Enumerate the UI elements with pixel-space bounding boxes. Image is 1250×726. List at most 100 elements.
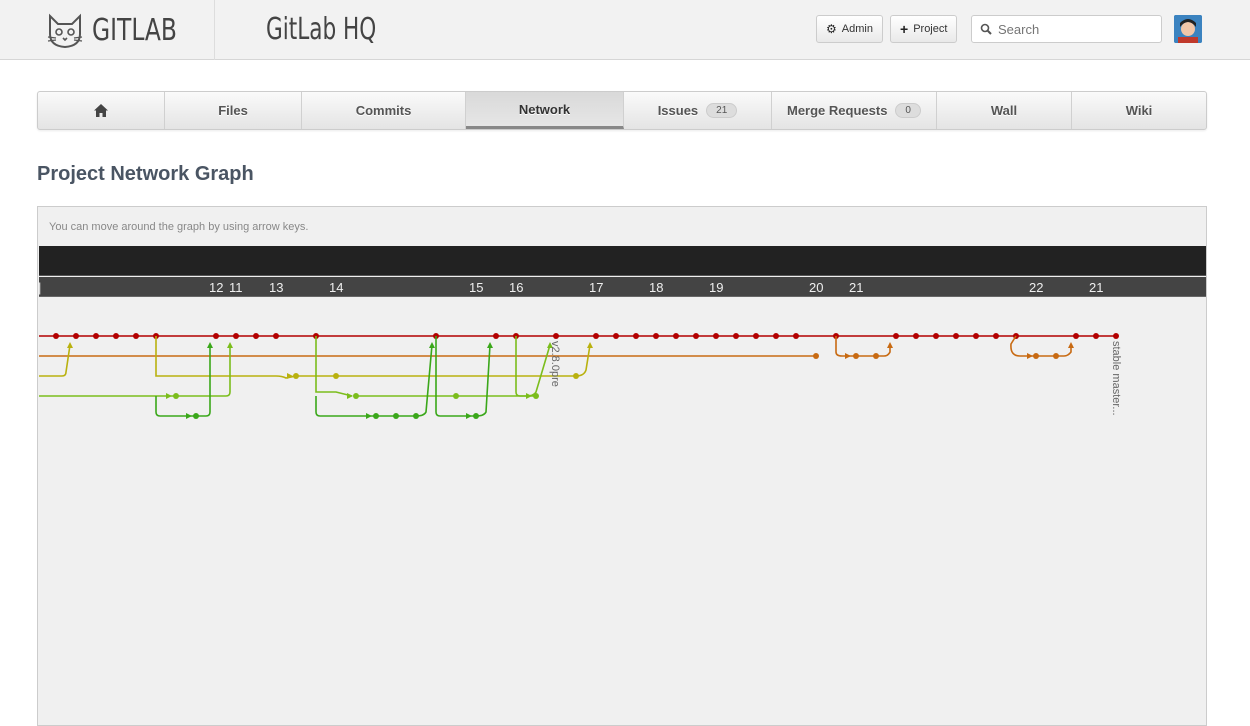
commit-dot[interactable] — [333, 373, 339, 379]
merge-arrow — [466, 413, 472, 419]
commit-dot[interactable] — [493, 333, 499, 339]
commit-dot[interactable] — [133, 333, 139, 339]
commit-dot[interactable] — [753, 333, 759, 339]
tab-files-label: Files — [218, 103, 248, 118]
commit-dot[interactable] — [873, 353, 879, 359]
branch-line — [39, 345, 231, 397]
branch-line — [1010, 335, 1072, 357]
plus-icon: + — [900, 21, 909, 37]
merge-arrow — [887, 342, 893, 348]
commit-dot[interactable] — [1073, 333, 1079, 339]
merge-arrow — [1027, 353, 1033, 359]
commit-dot[interactable] — [453, 393, 459, 399]
commit-dot[interactable] — [273, 333, 279, 339]
commit-dot[interactable] — [253, 333, 259, 339]
commit-dot[interactable] — [373, 413, 379, 419]
avatar-image — [1174, 15, 1202, 43]
commit-dot[interactable] — [713, 333, 719, 339]
tab-issues[interactable]: Issues 21 — [624, 92, 772, 129]
commit-dot[interactable] — [113, 333, 119, 339]
tab-commits[interactable]: Commits — [302, 92, 466, 129]
commit-dot[interactable] — [653, 333, 659, 339]
commit-dot[interactable] — [573, 373, 579, 379]
ref-label-tag[interactable]: v2.8.0pre — [549, 341, 561, 387]
tab-issues-label: Issues — [657, 103, 699, 118]
project-title[interactable]: GitLab HQ — [266, 12, 376, 47]
commit-dot[interactable] — [213, 333, 219, 339]
merge-arrow — [526, 393, 532, 399]
admin-label: Admin — [841, 23, 873, 35]
commit-dot[interactable] — [633, 333, 639, 339]
commit-dot[interactable] — [693, 333, 699, 339]
commit-dot[interactable] — [593, 333, 599, 339]
merge-arrow — [166, 393, 172, 399]
tab-files[interactable]: Files — [165, 92, 302, 129]
commit-dot[interactable] — [1113, 333, 1119, 339]
commit-dot[interactable] — [293, 373, 299, 379]
merge-arrow — [227, 342, 233, 348]
commit-dot[interactable] — [893, 333, 899, 339]
tab-wall-label: Wall — [990, 103, 1018, 118]
merge-arrow — [1068, 342, 1074, 348]
merge-arrow — [347, 393, 353, 399]
branch-line — [315, 336, 353, 397]
branch-line — [515, 336, 536, 397]
commit-dot[interactable] — [1033, 353, 1039, 359]
commit-dot[interactable] — [533, 393, 539, 399]
commit-dot[interactable] — [933, 333, 939, 339]
tab-home[interactable] — [38, 92, 165, 129]
user-avatar[interactable] — [1174, 15, 1202, 43]
commit-dot[interactable] — [173, 393, 179, 399]
tab-network-label: Network — [518, 101, 571, 117]
commit-dot[interactable] — [953, 333, 959, 339]
commit-dot[interactable] — [193, 413, 199, 419]
commit-dot[interactable] — [393, 413, 399, 419]
logo-text: GITLAB — [92, 12, 177, 48]
merge-arrow — [207, 342, 213, 348]
merge-arrow — [587, 342, 593, 348]
ref-label-branches[interactable]: stable master... — [1110, 341, 1122, 416]
commit-dot[interactable] — [553, 333, 559, 339]
commit-dot[interactable] — [53, 333, 59, 339]
commit-dot[interactable] — [793, 333, 799, 339]
commit-dot[interactable] — [673, 333, 679, 339]
search-box[interactable] — [971, 15, 1162, 43]
commit-dot[interactable] — [613, 333, 619, 339]
tab-wall[interactable]: Wall — [937, 92, 1072, 129]
commit-dot[interactable] — [913, 333, 919, 339]
tab-merge-requests[interactable]: Merge Requests 0 — [772, 92, 937, 129]
commit-dot[interactable] — [473, 413, 479, 419]
new-project-button[interactable]: + Project — [890, 15, 958, 43]
commit-dot[interactable] — [773, 333, 779, 339]
merge-arrow — [845, 353, 851, 359]
merge-arrow — [366, 413, 372, 419]
tanuki-cat-icon — [47, 13, 83, 49]
commit-dot[interactable] — [353, 393, 359, 399]
merge-arrow — [67, 342, 73, 348]
tab-commits-label: Commits — [355, 103, 412, 118]
commit-dot[interactable] — [413, 413, 419, 419]
search-icon — [980, 23, 992, 35]
tab-network[interactable]: Network — [466, 92, 624, 129]
page-title: Project Network Graph — [37, 163, 254, 185]
commit-dot[interactable] — [733, 333, 739, 339]
commit-dot[interactable] — [973, 333, 979, 339]
commit-dot[interactable] — [1053, 353, 1059, 359]
network-graph[interactable]: You can move around the graph by using a… — [37, 206, 1207, 726]
tab-wiki[interactable]: Wiki — [1072, 92, 1206, 129]
admin-button[interactable]: ⚙ Admin — [816, 15, 883, 43]
project-label: Project — [913, 23, 948, 35]
commit-dot[interactable] — [93, 333, 99, 339]
commit-dot[interactable] — [813, 353, 819, 359]
search-input[interactable] — [998, 21, 1148, 37]
gitlab-logo[interactable]: GITLAB — [44, 10, 201, 50]
branch-line — [356, 344, 551, 397]
commit-dot[interactable] — [233, 333, 239, 339]
commit-dot[interactable] — [853, 353, 859, 359]
commit-dot[interactable] — [1093, 333, 1099, 339]
commit-dot[interactable] — [73, 333, 79, 339]
home-icon — [94, 104, 108, 117]
commit-graph-canvas[interactable] — [38, 207, 1206, 725]
commit-dot[interactable] — [993, 333, 999, 339]
merge-requests-count-badge: 0 — [895, 103, 921, 118]
